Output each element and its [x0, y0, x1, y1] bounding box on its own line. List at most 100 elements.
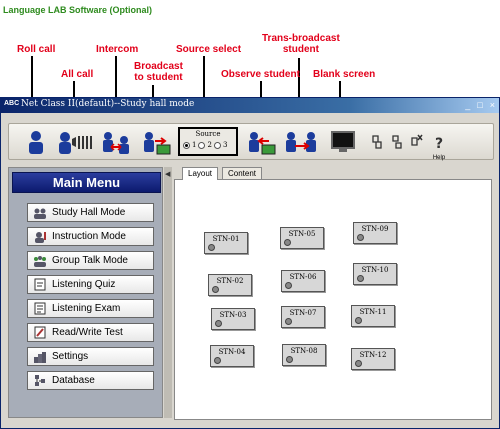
observe-student-button[interactable]	[247, 128, 277, 156]
station-stn-07[interactable]: STN-07	[281, 306, 325, 328]
app-icon: ABC	[4, 100, 20, 107]
callout-blank-screen: Blank screen	[313, 69, 376, 80]
status-icon	[357, 234, 364, 241]
status-icon	[212, 286, 219, 293]
blank-screen-button[interactable]	[328, 128, 358, 156]
menu-item-label: Settings	[52, 351, 89, 362]
link-tool-button[interactable]	[369, 128, 385, 156]
menu-item-instruction[interactable]: Instruction Mode	[27, 227, 154, 246]
callout-all-call: All call	[61, 69, 94, 80]
roll-call-icon	[29, 131, 43, 154]
disconnect-tool-button[interactable]	[408, 128, 424, 156]
menu-item-read-write-test[interactable]: Read/Write Test	[27, 323, 154, 342]
menu-item-listening-exam[interactable]: Listening Exam	[27, 299, 154, 318]
menu-item-settings[interactable]: Settings	[27, 347, 154, 366]
menu-item-label: Instruction Mode	[52, 231, 126, 242]
disconnect-icon	[411, 134, 423, 146]
menu-item-label: Listening Quiz	[52, 279, 116, 290]
station-stn-03[interactable]: STN-03	[211, 308, 255, 330]
link-icon	[372, 135, 382, 149]
station-label: STN-05	[288, 230, 316, 238]
station-stn-12[interactable]: STN-12	[351, 348, 395, 370]
status-icon	[214, 357, 221, 364]
toolbar: Source 1 2 3 ? Help	[8, 123, 494, 161]
tab-layout[interactable]: Layout	[182, 167, 219, 180]
station-label: STN-08	[290, 347, 318, 355]
menu-item-label: Database	[52, 375, 95, 386]
unlink-tool-button[interactable]	[389, 128, 405, 156]
menu-item-group-talk[interactable]: Group Talk Mode	[27, 251, 154, 270]
intercom-button[interactable]	[101, 128, 131, 156]
station-label: STN-09	[361, 225, 389, 233]
unlink-icon	[392, 135, 402, 149]
source-option-2: 2	[207, 141, 212, 149]
app-window: ABC Net Class II(default)--Study hall mo…	[0, 97, 500, 429]
status-icon	[208, 244, 215, 251]
status-icon	[215, 320, 222, 327]
trans-broadcast-icon	[286, 132, 316, 152]
callout-intercom: Intercom	[96, 44, 139, 55]
status-icon	[355, 317, 362, 324]
layout-panel: STN-01 STN-02 STN-03 STN-04 STN-05 STN-0…	[174, 179, 492, 420]
broadcast-icon	[144, 132, 171, 155]
station-label: STN-06	[289, 273, 317, 281]
collapse-arrow-icon[interactable]: ◀	[165, 170, 170, 178]
close-button[interactable]: ×	[490, 99, 495, 111]
main-menu-header: Main Menu	[12, 172, 161, 193]
svg-text:?: ?	[435, 136, 443, 152]
station-stn-06[interactable]: STN-06	[281, 270, 325, 292]
station-label: STN-02	[216, 277, 244, 285]
station-stn-01[interactable]: STN-01	[204, 232, 248, 254]
source-option-3: 3	[222, 141, 228, 149]
source-title: Source	[195, 130, 221, 138]
callout-source-select: Source select	[176, 44, 242, 55]
minimize-button[interactable]: _	[465, 99, 470, 111]
blank-screen-icon	[331, 131, 355, 152]
help-label: Help	[432, 155, 446, 161]
station-label: STN-03	[219, 311, 247, 319]
status-icon	[285, 318, 292, 325]
help-button[interactable]: ? Help	[429, 128, 449, 161]
callout-trans-broadcast: Trans-broadcast student	[262, 33, 340, 55]
callout-roll-call: Roll call	[17, 44, 56, 55]
status-icon	[357, 275, 364, 282]
source-radio-3[interactable]	[213, 141, 221, 149]
station-stn-08[interactable]: STN-08	[282, 344, 326, 366]
station-stn-09[interactable]: STN-09	[353, 222, 397, 244]
status-icon	[284, 239, 291, 246]
tab-content[interactable]: Content	[222, 167, 263, 179]
station-stn-05[interactable]: STN-05	[280, 227, 324, 249]
source-radio-1[interactable]	[183, 141, 190, 149]
menu-item-label: Group Talk Mode	[52, 255, 128, 266]
callout-observe: Observe student	[221, 69, 300, 80]
teacher-icon	[33, 230, 47, 244]
status-icon	[285, 282, 292, 289]
panel-splitter[interactable]: ◀	[164, 167, 172, 418]
source-radio-2[interactable]	[198, 141, 206, 149]
title-bar[interactable]: ABC Net Class II(default)--Study hall mo…	[1, 98, 499, 113]
menu-item-database[interactable]: Database	[27, 371, 154, 390]
status-icon	[286, 356, 293, 363]
all-call-button[interactable]	[57, 128, 93, 156]
menu-item-label: Read/Write Test	[52, 327, 123, 338]
all-call-icon	[59, 132, 92, 154]
station-stn-11[interactable]: STN-11	[351, 305, 395, 327]
database-icon	[33, 374, 47, 388]
maximize-button[interactable]: □	[477, 99, 482, 111]
roll-call-button[interactable]	[21, 128, 51, 156]
station-label: STN-01	[212, 235, 240, 243]
menu-item-label: Listening Exam	[52, 303, 121, 314]
station-stn-02[interactable]: STN-02	[208, 274, 252, 296]
main-menu-panel: Main Menu Study Hall Mode Instruction Mo…	[8, 167, 163, 418]
station-stn-10[interactable]: STN-10	[353, 263, 397, 285]
people-icon	[33, 206, 47, 220]
intercom-icon	[103, 132, 129, 154]
station-stn-04[interactable]: STN-04	[210, 345, 254, 367]
broadcast-button[interactable]	[142, 128, 172, 156]
group-icon	[33, 254, 47, 268]
content-area: Layout Content STN-01 STN-02 STN-03 STN-…	[174, 167, 492, 420]
station-label: STN-04	[218, 348, 246, 356]
trans-broadcast-button[interactable]	[284, 128, 318, 156]
menu-item-listening-quiz[interactable]: Listening Quiz	[27, 275, 154, 294]
menu-item-study-hall[interactable]: Study Hall Mode	[27, 203, 154, 222]
